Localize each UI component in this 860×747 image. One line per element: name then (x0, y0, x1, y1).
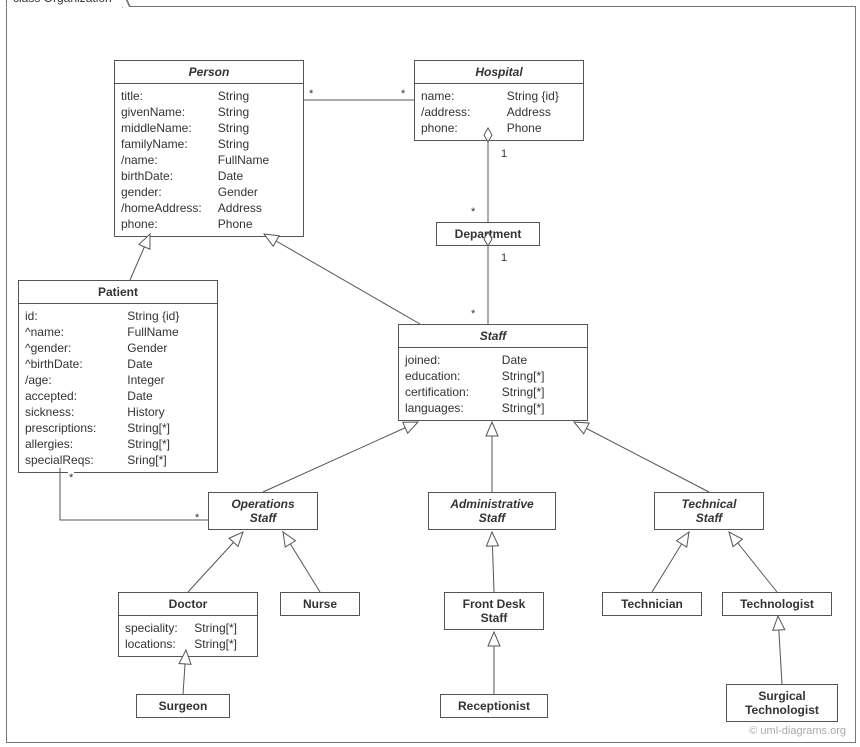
class-title: Patient (19, 281, 217, 304)
package-name: class Organization (6, 0, 123, 8)
class-title: Front Desk Staff (445, 593, 543, 629)
class-operations-staff: Operations Staff (208, 492, 318, 530)
class-attrs: joined:Date education:String[*] certific… (399, 348, 587, 420)
class-title: Nurse (281, 593, 359, 615)
class-title: Technician (603, 593, 701, 615)
watermark: © uml-diagrams.org (749, 725, 846, 737)
mult-label: * (470, 308, 476, 320)
class-technical-staff: Technical Staff (654, 492, 764, 530)
mult-label: * (194, 512, 200, 524)
class-attrs: speciality:String[*] locations:String[*] (119, 616, 257, 656)
class-attrs: name:String {id} /address:Address phone:… (415, 84, 583, 140)
class-title: Surgeon (137, 695, 229, 717)
mult-label: * (400, 88, 406, 100)
class-attrs: id:String {id} ^name:FullName ^gender:Ge… (19, 304, 217, 472)
class-surgeon: Surgeon (136, 694, 230, 718)
mult-label: * (308, 88, 314, 100)
class-doctor: Doctor speciality:String[*] locations:St… (118, 592, 258, 657)
class-title: Hospital (415, 61, 583, 84)
class-staff: Staff joined:Date education:String[*] ce… (398, 324, 588, 421)
mult-label: * (470, 206, 476, 218)
class-administrative-staff: Administrative Staff (428, 492, 556, 530)
class-front-desk-staff: Front Desk Staff (444, 592, 544, 630)
class-technician: Technician (602, 592, 702, 616)
class-title: Operations Staff (209, 493, 317, 529)
class-department: Department (436, 222, 540, 246)
class-title: Doctor (119, 593, 257, 616)
class-title: Person (115, 61, 303, 84)
class-title: Administrative Staff (429, 493, 555, 529)
mult-label: 1 (500, 252, 508, 264)
class-title: Receptionist (441, 695, 547, 717)
mult-label: * (68, 472, 74, 484)
class-title: Department (437, 223, 539, 245)
class-patient: Patient id:String {id} ^name:FullName ^g… (18, 280, 218, 473)
class-title: Staff (399, 325, 587, 348)
class-attrs: title:String givenName:String middleName… (115, 84, 303, 236)
class-technologist: Technologist (722, 592, 832, 616)
class-surgical-technologist: Surgical Technologist (726, 684, 838, 722)
class-title: Technical Staff (655, 493, 763, 529)
class-person: Person title:String givenName:String mid… (114, 60, 304, 237)
class-title: Surgical Technologist (727, 685, 837, 721)
class-receptionist: Receptionist (440, 694, 548, 718)
class-title: Technologist (723, 593, 831, 615)
class-nurse: Nurse (280, 592, 360, 616)
mult-label: 1 (500, 148, 508, 160)
class-hospital: Hospital name:String {id} /address:Addre… (414, 60, 584, 141)
